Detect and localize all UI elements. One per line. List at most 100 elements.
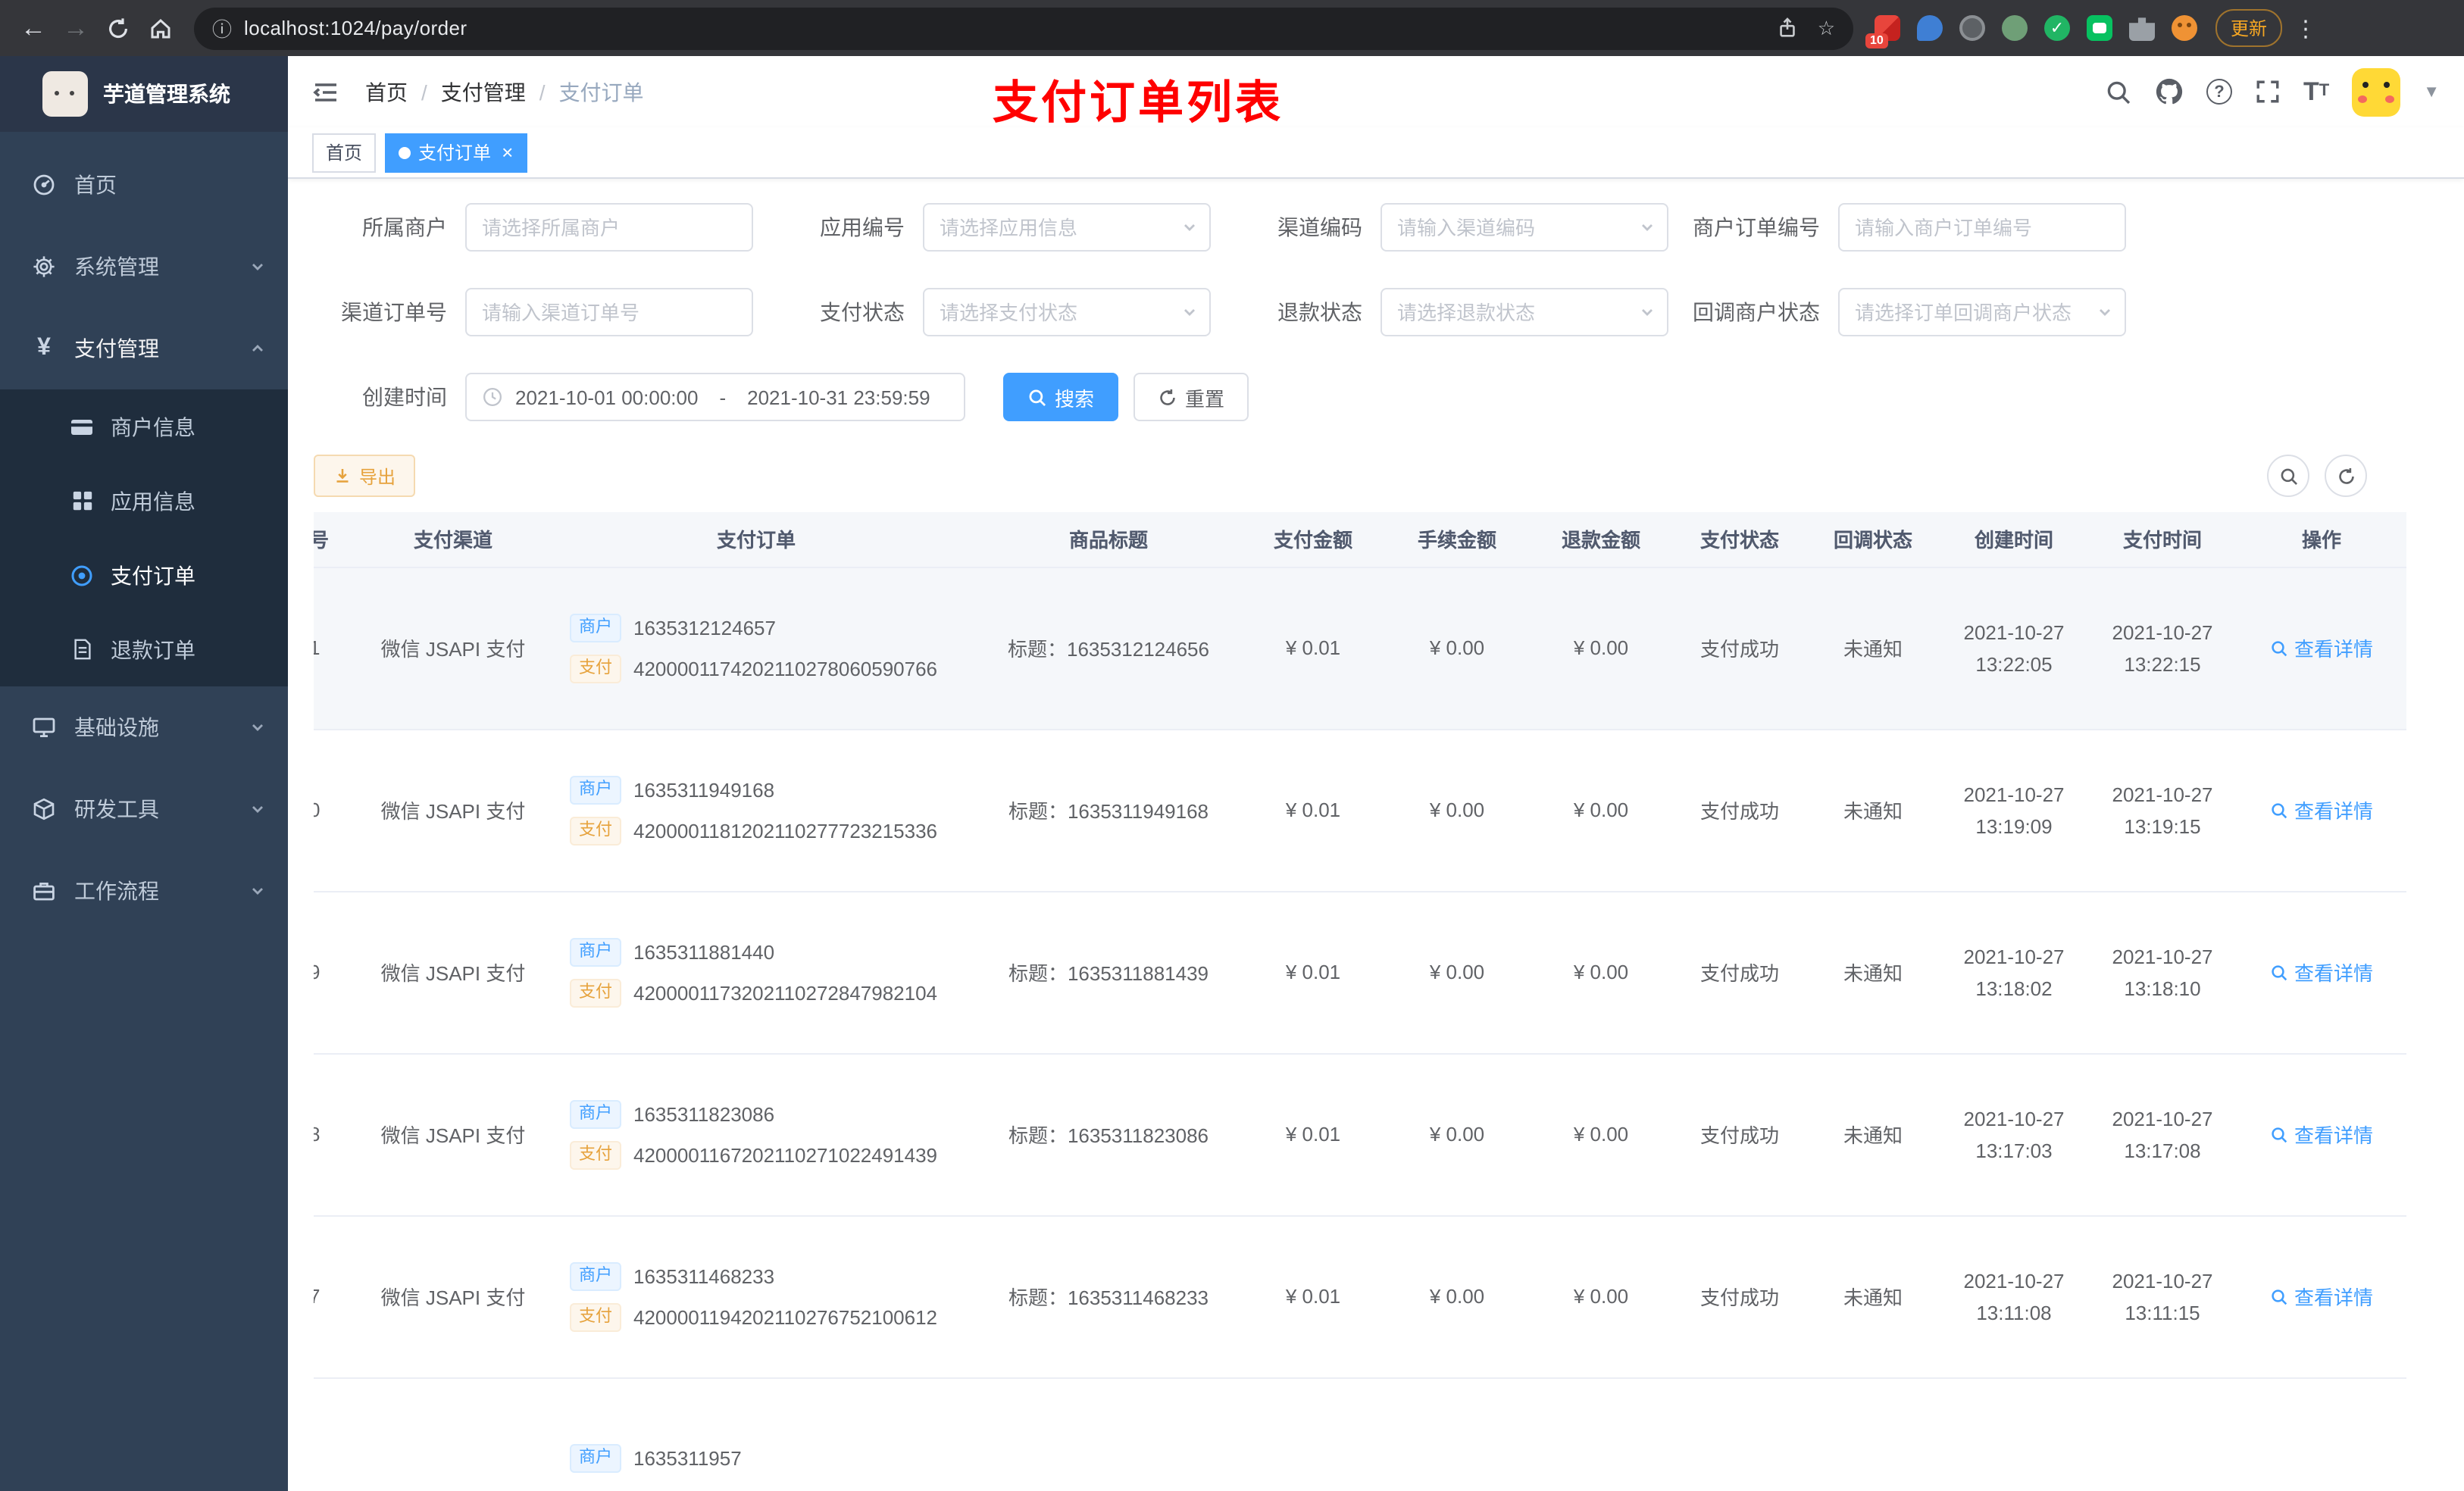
page-content: 所属商户 应用编号 渠道编码 xyxy=(288,179,2464,1491)
table-row[interactable]: 21 微信 JSAPI 支付 商户 1635312124657 支付 4200001… xyxy=(314,567,2406,730)
share-icon[interactable] xyxy=(1777,17,1800,39)
browser-update-button[interactable]: 更新 xyxy=(2215,9,2283,47)
cell-fee xyxy=(1385,1377,1529,1491)
github-icon[interactable] xyxy=(2155,77,2184,106)
cell-order: 商户 1635312124657 支付 4200001174202110278060… xyxy=(536,567,976,730)
cell-paid xyxy=(2088,1377,2237,1491)
font-size-icon[interactable]: TT xyxy=(2303,79,2329,105)
filter-label: 退款状态 xyxy=(1277,300,1362,324)
search-button[interactable]: 搜索 xyxy=(1003,373,1119,421)
sidebar-item-workflow[interactable]: 工作流程 xyxy=(0,850,288,932)
merchant-order-no-input[interactable] xyxy=(1838,203,2126,252)
browser-toolbar: ← → ⓘ localhost:1024/pay/order ☆ 10 ✓ 更新… xyxy=(0,0,2464,56)
table-row-partial[interactable]: 商户 1635311957 xyxy=(314,1377,2406,1491)
refund-status-select[interactable] xyxy=(1381,288,1668,336)
ext-circle-icon[interactable] xyxy=(2002,15,2028,41)
sidebar-item-devtools[interactable]: 研发工具 xyxy=(0,768,288,850)
back-icon[interactable]: ← xyxy=(12,7,55,49)
site-info-icon[interactable]: ⓘ xyxy=(212,14,232,42)
ext-chat-icon[interactable] xyxy=(2087,15,2112,41)
toggle-search-icon[interactable] xyxy=(2267,455,2309,497)
sidebar-item-app-info[interactable]: 应用信息 xyxy=(0,464,288,538)
merchant-select[interactable] xyxy=(465,203,753,252)
merchant-order-no: 1635311949168 xyxy=(633,778,775,801)
filter-label: 创建时间 xyxy=(362,385,447,409)
cell-notify: 未通知 xyxy=(1806,567,1940,730)
cell-title: 标题：1635311823086 xyxy=(976,1053,1241,1216)
table-row[interactable]: 19 微信 JSAPI 支付 商户 1635311881440 支付 4200001… xyxy=(314,891,2406,1054)
gear-icon xyxy=(30,255,58,279)
tab-pay-order[interactable]: 支付订单 × xyxy=(385,133,527,172)
sidebar-item-infra[interactable]: 基础设施 xyxy=(0,686,288,768)
view-detail-link[interactable]: 查看详情 xyxy=(2270,633,2373,662)
forward-icon[interactable]: → xyxy=(55,7,97,49)
extensions-puzzle-icon[interactable] xyxy=(2129,17,2155,41)
cell-channel: 微信 JSAPI 支付 xyxy=(370,1053,536,1216)
date-range-picker[interactable]: 2021-10-01 00:00:00 - 2021-10-31 23:59:5… xyxy=(465,373,965,421)
table-row[interactable]: 18 微信 JSAPI 支付 商户 1635311823086 支付 4200001… xyxy=(314,1053,2406,1216)
ext-grid-icon[interactable]: 10 xyxy=(1865,15,1900,48)
refresh-table-icon[interactable] xyxy=(2325,455,2367,497)
channel-code-select[interactable] xyxy=(1381,203,1668,252)
tab-home[interactable]: 首页 xyxy=(312,133,377,172)
search-icon[interactable] xyxy=(2105,78,2132,105)
sidebar-item-label: 商户信息 xyxy=(111,414,195,439)
cell-created: 2021-10-27 13:22:05 xyxy=(1940,567,2088,730)
app-select[interactable] xyxy=(923,203,1211,252)
ext-check-icon[interactable]: ✓ xyxy=(2044,15,2070,41)
profile-avatar-icon[interactable] xyxy=(2172,15,2197,41)
bookmark-star-icon[interactable]: ☆ xyxy=(1818,16,1835,40)
user-avatar[interactable] xyxy=(2352,67,2401,116)
fullscreen-icon[interactable] xyxy=(2255,79,2281,105)
merchant-order-no: 1635311957 xyxy=(633,1447,742,1470)
cell-amount: ¥ 0.01 xyxy=(1241,729,1385,892)
pay-status-select[interactable] xyxy=(923,288,1211,336)
date-separator: - xyxy=(719,386,727,408)
cell-id: 17 xyxy=(314,1215,370,1378)
table-row[interactable]: 20 微信 JSAPI 支付 商户 1635311949168 支付 4200001… xyxy=(314,729,2406,892)
view-detail-link[interactable]: 查看详情 xyxy=(2270,1282,2373,1311)
notify-status-select[interactable] xyxy=(1838,288,2126,336)
sidebar-item-refund-order[interactable]: 退款订单 xyxy=(0,612,288,686)
active-tab-dot xyxy=(399,146,411,158)
ext-globe-icon[interactable] xyxy=(1959,15,1985,41)
browser-menu-icon[interactable]: ⋮ xyxy=(2294,14,2317,42)
breadcrumb-item[interactable]: 首页 xyxy=(365,77,408,107)
view-detail-link[interactable]: 查看详情 xyxy=(2270,958,2373,986)
reset-button[interactable]: 重置 xyxy=(1134,373,1249,421)
pay-tag: 支付 xyxy=(570,1140,621,1169)
chevron-down-icon xyxy=(249,258,267,276)
payment-submenu: 商户信息 应用信息 支付订单 退款订单 xyxy=(0,389,288,686)
target-icon xyxy=(70,563,94,587)
channel-order-no-input[interactable] xyxy=(465,288,753,336)
cell-channel: 微信 JSAPI 支付 xyxy=(370,567,536,730)
sidebar-item-merchant-info[interactable]: 商户信息 xyxy=(0,389,288,464)
ext-drop-icon[interactable] xyxy=(1917,15,1943,41)
briefcase-icon xyxy=(30,879,58,903)
merchant-order-no: 1635311468233 xyxy=(633,1264,775,1287)
reload-icon[interactable] xyxy=(97,7,139,49)
avatar-caret-icon[interactable]: ▼ xyxy=(2423,83,2440,101)
view-detail-link[interactable]: 查看详情 xyxy=(2270,1120,2373,1149)
sidebar-item-pay-order[interactable]: 支付订单 xyxy=(0,538,288,612)
address-bar[interactable]: ⓘ localhost:1024/pay/order ☆ xyxy=(194,7,1853,49)
export-button[interactable]: 导出 xyxy=(314,455,416,497)
cell-paid: 2021-10-27 13:11:15 xyxy=(2088,1215,2237,1378)
view-detail-link[interactable]: 查看详情 xyxy=(2270,796,2373,824)
sidebar: 芋道管理系统 首页 系统管理 ¥ 支付管理 商户信息 应用信息 支付订单 退款订… xyxy=(0,56,288,1491)
cell-title: 标题：1635311468233 xyxy=(976,1215,1241,1378)
table-row[interactable]: 17 微信 JSAPI 支付 商户 1635311468233 支付 4200001… xyxy=(314,1215,2406,1378)
cell-action: 查看详情 xyxy=(2237,1215,2406,1378)
sidebar-item-payment[interactable]: ¥ 支付管理 xyxy=(0,308,288,389)
cell-notify: 未通知 xyxy=(1806,1215,1940,1378)
home-icon[interactable] xyxy=(139,7,182,49)
close-tab-icon[interactable]: × xyxy=(502,142,513,162)
breadcrumb-item[interactable]: 支付管理 xyxy=(441,77,526,107)
collapse-sidebar-icon[interactable] xyxy=(312,78,339,105)
cell-order: 商户 1635311949168 支付 4200001181202110277723… xyxy=(536,729,976,892)
help-icon[interactable]: ? xyxy=(2206,79,2232,105)
sidebar-item-home[interactable]: 首页 xyxy=(0,144,288,226)
sidebar-item-system[interactable]: 系统管理 xyxy=(0,226,288,308)
cell-notify: 未通知 xyxy=(1806,891,1940,1054)
breadcrumb-current: 支付订单 xyxy=(558,80,644,104)
